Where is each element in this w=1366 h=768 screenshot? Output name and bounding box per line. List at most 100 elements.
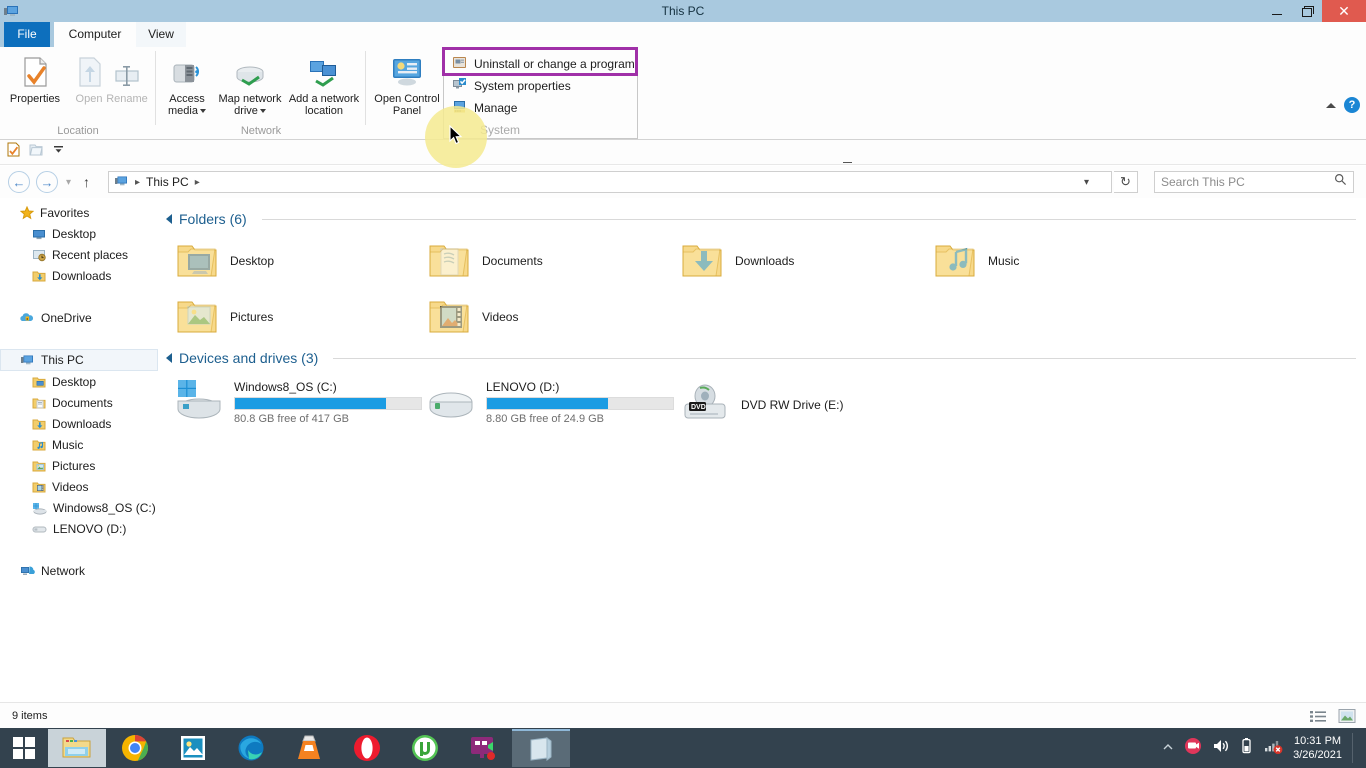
group-header-folders[interactable]: Folders (6) xyxy=(158,208,1366,230)
chevron-expand-icon[interactable] xyxy=(166,353,172,363)
tab-view[interactable]: View xyxy=(136,22,186,47)
folder-item-downloads[interactable]: Downloads xyxy=(679,240,794,282)
taskbar[interactable]: 10:31 PM 3/26/2021 xyxy=(0,728,1366,768)
ribbon-tabstrip: File Computer View xyxy=(0,22,1366,47)
taskbar-chrome[interactable] xyxy=(106,729,164,767)
chevron-up-icon[interactable] xyxy=(1162,739,1174,757)
back-button[interactable]: ← xyxy=(8,171,30,193)
add-network-location-icon xyxy=(286,53,362,89)
sidebar-item-windows8-os-c[interactable]: Windows8_OS (C:) xyxy=(0,497,158,518)
resize-handle[interactable] xyxy=(843,162,852,163)
help-icon[interactable]: ? xyxy=(1344,97,1360,113)
search-icon[interactable] xyxy=(1334,173,1347,191)
content-pane[interactable]: Folders (6) Desktop xyxy=(158,202,1366,702)
quick-access-toolbar xyxy=(0,140,1366,164)
recorder-tray-icon[interactable] xyxy=(1184,737,1202,760)
taskbar-utorrent[interactable] xyxy=(396,729,454,767)
drive-item-dvd-rw-e[interactable]: DVD DVD RW Drive (E:) xyxy=(679,382,843,428)
folder-item-pictures[interactable]: Pictures xyxy=(174,296,273,338)
this-pc-icon xyxy=(4,3,20,19)
chevron-up-icon[interactable] xyxy=(1326,103,1336,108)
sidebar-item-onedrive[interactable]: OneDrive xyxy=(0,307,158,328)
sidebar-item-documents[interactable]: Documents xyxy=(0,392,158,413)
large-icons-view-icon[interactable] xyxy=(1336,708,1358,724)
minimize-button[interactable] xyxy=(1262,0,1292,22)
taskbar-screen-recorder[interactable] xyxy=(454,729,512,767)
taskbar-this-pc-window[interactable] xyxy=(512,729,570,767)
details-view-icon[interactable] xyxy=(1308,708,1330,724)
customize-caret-icon[interactable] xyxy=(52,143,65,161)
drive-item-lenovo-d[interactable]: LENOVO (D:) 8.80 GB free of 24.9 GB xyxy=(426,376,674,427)
sidebar-item-favorites-downloads[interactable]: Downloads xyxy=(0,265,158,286)
chevron-expand-icon[interactable] xyxy=(166,214,172,224)
restore-button[interactable] xyxy=(1292,0,1322,22)
show-desktop-button[interactable] xyxy=(1352,733,1356,763)
menu-item-system-properties[interactable]: System properties xyxy=(444,75,637,97)
properties-small-icon[interactable] xyxy=(6,142,21,162)
sidebar-label: This PC xyxy=(41,353,84,367)
recent-locations-button[interactable]: ▾ xyxy=(64,177,73,188)
access-media-button[interactable]: Access media xyxy=(160,53,214,117)
taskbar-opera[interactable] xyxy=(338,729,396,767)
network-disconnected-icon[interactable] xyxy=(1263,737,1283,760)
new-folder-icon[interactable] xyxy=(29,142,44,162)
volume-icon[interactable] xyxy=(1212,738,1230,759)
folder-item-videos[interactable]: Videos xyxy=(426,296,518,338)
menu-item-uninstall-program[interactable]: Uninstall or change a program xyxy=(444,53,637,75)
chevron-down-icon[interactable] xyxy=(260,109,266,113)
taskbar-edge[interactable] xyxy=(222,729,280,767)
breadcrumb-item-this-pc[interactable]: This PC xyxy=(146,175,189,189)
group-header-devices[interactable]: Devices and drives (3) xyxy=(158,347,1366,369)
sidebar-item-desktop[interactable]: Desktop xyxy=(0,371,158,392)
sidebar-item-favorites-desktop[interactable]: Desktop xyxy=(0,223,158,244)
window-title: This PC xyxy=(0,0,1366,22)
add-network-location-label: Add a network location xyxy=(289,93,359,117)
address-dropdown-button[interactable]: ▾ xyxy=(1084,172,1089,192)
sidebar-item-downloads[interactable]: Downloads xyxy=(0,413,158,434)
taskbar-file-explorer[interactable] xyxy=(48,729,106,767)
music-folder-icon xyxy=(932,240,978,282)
taskbar-photos[interactable] xyxy=(164,729,222,767)
title-bar[interactable]: This PC ✕ xyxy=(0,0,1366,22)
sidebar-item-this-pc[interactable]: This PC xyxy=(0,349,158,371)
sidebar-item-recent-places[interactable]: Recent places xyxy=(0,244,158,265)
sidebar-item-favorites[interactable]: Favorites xyxy=(0,202,158,223)
drive-free-space: 80.8 GB free of 417 GB xyxy=(234,413,422,425)
taskbar-vlc[interactable] xyxy=(280,729,338,767)
sidebar-label: Desktop xyxy=(52,227,96,241)
rename-button[interactable]: Rename xyxy=(100,53,154,105)
map-network-drive-button[interactable]: Map network drive xyxy=(214,53,286,117)
taskbar-clock[interactable]: 10:31 PM 3/26/2021 xyxy=(1293,734,1342,762)
folder-item-music[interactable]: Music xyxy=(932,240,1019,282)
close-button[interactable]: ✕ xyxy=(1322,0,1366,22)
tab-computer[interactable]: Computer xyxy=(54,22,136,47)
sidebar-item-pictures[interactable]: Pictures xyxy=(0,455,158,476)
drive-item-windows8-os-c[interactable]: Windows8_OS (C:) 80.8 GB free of 417 GB xyxy=(174,376,422,427)
sidebar-item-music[interactable]: Music xyxy=(0,434,158,455)
folder-label: Videos xyxy=(482,310,518,324)
windows-start-icon[interactable] xyxy=(0,728,48,768)
forward-button[interactable]: → xyxy=(36,171,58,193)
sidebar-label: Music xyxy=(52,438,83,452)
search-input[interactable]: Search This PC xyxy=(1154,171,1354,193)
chevron-down-icon[interactable] xyxy=(200,109,206,113)
search-placeholder: Search This PC xyxy=(1161,175,1245,189)
folder-label: Documents xyxy=(482,254,543,268)
group-label-location: Location xyxy=(0,125,156,137)
breadcrumb[interactable]: ▸ This PC ▸ ▾ xyxy=(108,171,1112,193)
group-header-folders-label: Folders (6) xyxy=(179,211,247,227)
open-control-panel-button[interactable]: Open Control Panel xyxy=(374,53,440,117)
battery-icon[interactable] xyxy=(1240,737,1253,760)
sidebar-item-network[interactable]: Network xyxy=(0,560,158,581)
add-network-location-button[interactable]: Add a network location xyxy=(286,53,362,117)
sidebar-item-videos[interactable]: Videos xyxy=(0,476,158,497)
tab-file[interactable]: File xyxy=(4,22,50,47)
folder-item-desktop[interactable]: Desktop xyxy=(174,240,274,282)
breadcrumb-separator-1[interactable]: ▸ xyxy=(195,177,200,188)
refresh-button[interactable]: ↻ xyxy=(1114,171,1138,193)
properties-button[interactable]: Properties xyxy=(4,53,66,105)
sidebar-item-lenovo-d[interactable]: LENOVO (D:) xyxy=(0,518,158,539)
folder-item-documents[interactable]: Documents xyxy=(426,240,543,282)
up-button[interactable]: ↑ xyxy=(79,174,90,190)
navigation-pane[interactable]: Favorites Desktop Recent places Download… xyxy=(0,202,158,702)
